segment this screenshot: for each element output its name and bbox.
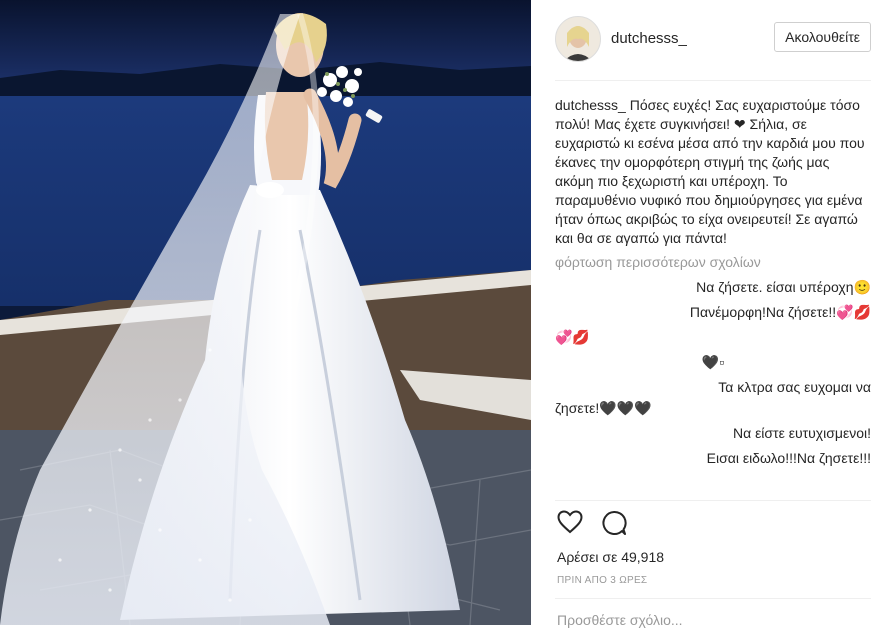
avatar-image [556, 17, 600, 61]
comment-item: Να ζήσετε. είσαι υπέροχη🙂 [696, 279, 871, 295]
bride-photo-illustration [0, 0, 531, 625]
add-comment-divider [555, 598, 871, 599]
comment-item: Τα κλτρα σας ευχομαι να [718, 379, 871, 395]
comment-item: Εισαι ειδωλο!!!Να ζησετε!!! [706, 450, 871, 466]
post-photo [0, 0, 531, 625]
post-side-panel: dutchesss_ Ακολουθείτε dutchesss_ Πόσες … [541, 0, 877, 628]
likes-count[interactable]: Αρέσει σε 49,918 [557, 549, 664, 565]
comments-list[interactable]: dutchesss_ Πόσες ευχές! Σας ευχαριστούμε… [555, 96, 871, 499]
post-header: dutchesss_ Ακολουθείτε [555, 14, 871, 64]
comment-item: 🖤▫ [701, 354, 725, 370]
caption: dutchesss_ Πόσες ευχές! Σας ευχαριστούμε… [555, 96, 871, 248]
comments-divider [555, 500, 871, 501]
comment-item: Πανέμορφη!Να ζήσετε!!💞💋 [689, 304, 871, 320]
comment-item: Να είστε ευτυχισμενοι! [732, 425, 871, 441]
caption-text: Πόσες ευχές! Σας ευχαριστούμε τόσο πολύ!… [555, 97, 865, 246]
post-timestamp: ΠΡΙΝ ΑΠΟ 3 ΩΡΕΣ [557, 575, 648, 586]
heart-icon[interactable] [557, 510, 583, 539]
load-more-comments-link[interactable]: φόρτωση περισσότερων σχολίων [555, 253, 871, 272]
header-divider [555, 80, 871, 81]
following-button[interactable]: Ακολουθείτε [774, 22, 871, 52]
avatar[interactable] [555, 16, 601, 62]
comment-item: 💞💋 [555, 329, 590, 345]
comment-bubble-icon[interactable] [601, 510, 627, 541]
comment-item: ζησετε!🖤🖤🖤 [555, 400, 652, 416]
caption-username[interactable]: dutchesss_ [555, 97, 626, 113]
post-username[interactable]: dutchesss_ [611, 30, 687, 47]
add-comment-input[interactable]: Προσθέστε σχόλιο... [557, 612, 683, 628]
